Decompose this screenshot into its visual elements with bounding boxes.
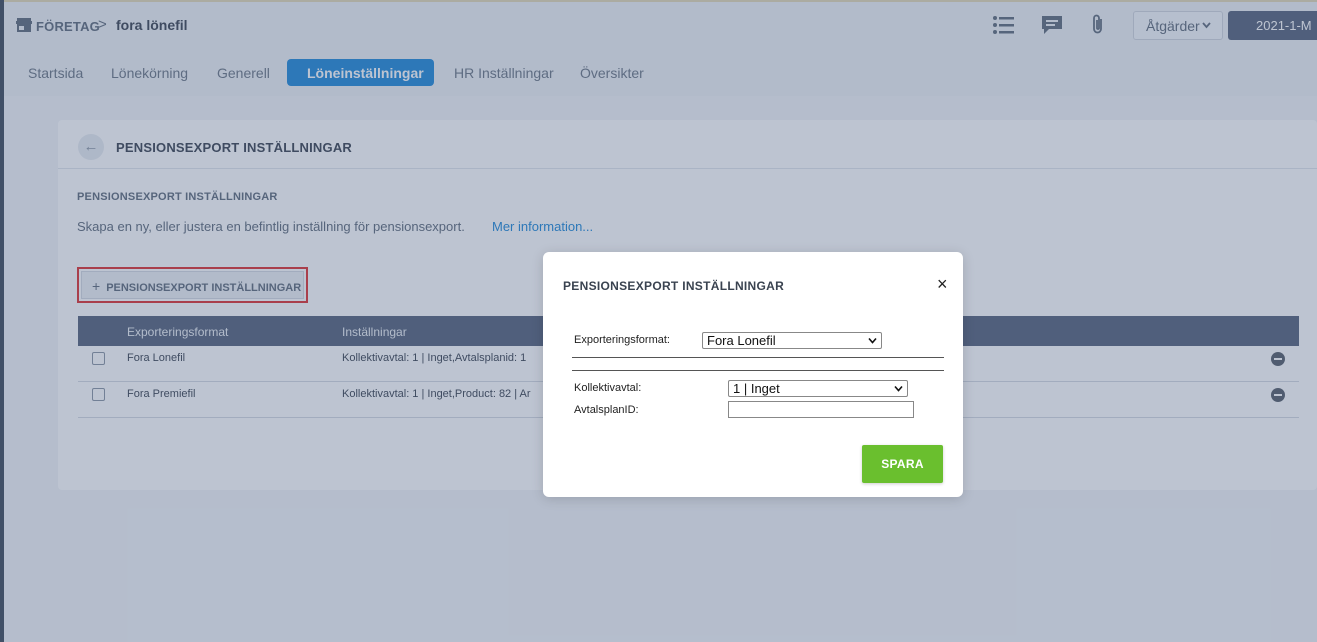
format-select-value: Fora Lonefil	[707, 333, 776, 348]
chevron-down-icon	[868, 337, 877, 344]
format-label: Exporteringsformat:	[574, 334, 670, 346]
dialog-title: PENSIONSEXPORT INSTÄLLNINGAR	[563, 279, 785, 293]
agreement-select-value: 1 | Inget	[733, 381, 780, 396]
agreement-label: Kollektivavtal:	[574, 382, 642, 394]
plan-id-input[interactable]	[728, 401, 914, 418]
plan-id-label: AvtalsplanID:	[574, 404, 639, 416]
close-icon[interactable]: ×	[937, 275, 948, 293]
dialog-divider	[572, 357, 944, 358]
format-select[interactable]: Fora Lonefil	[702, 332, 882, 349]
dialog-divider	[572, 370, 944, 371]
agreement-select[interactable]: 1 | Inget	[728, 380, 908, 397]
pension-export-dialog: PENSIONSEXPORT INSTÄLLNINGAR × Exporteri…	[543, 252, 963, 497]
chevron-down-icon	[894, 385, 903, 392]
save-button[interactable]: SPARA	[862, 445, 943, 483]
